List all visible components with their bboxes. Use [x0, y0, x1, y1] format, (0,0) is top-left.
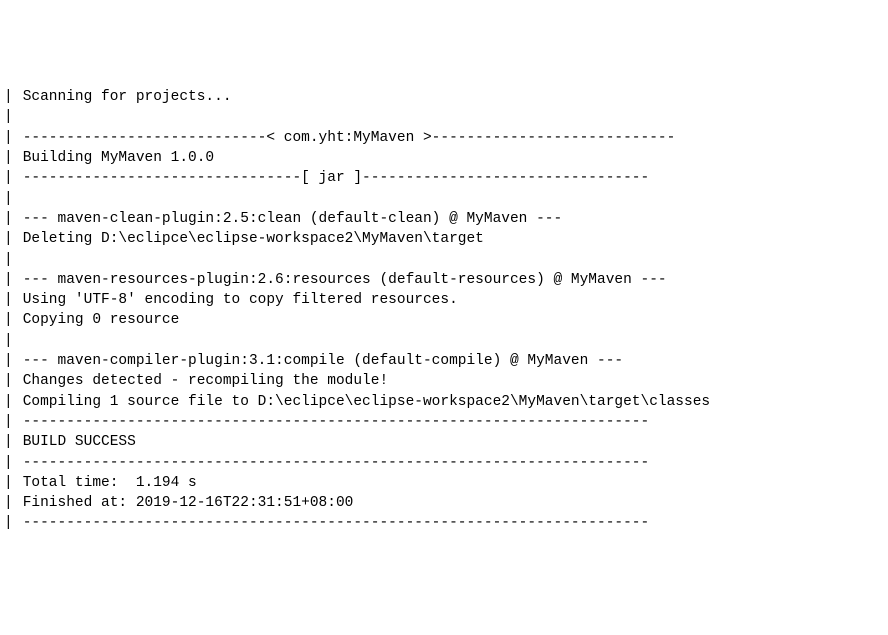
- line-prefix: |: [4, 412, 14, 432]
- console-line: | --- maven-resources-plugin:2.6:resourc…: [4, 270, 884, 290]
- line-text: ----------------------------------------…: [14, 513, 649, 533]
- line-text: Using 'UTF-8' encoding to copy filtered …: [14, 290, 458, 310]
- console-line: | Deleting D:\eclipce\eclipse-workspace2…: [4, 229, 884, 249]
- line-text: ----------------------------------------…: [14, 453, 649, 473]
- console-line: | Copying 0 resource: [4, 310, 884, 330]
- line-prefix: |: [4, 107, 14, 127]
- console-line: |: [4, 107, 884, 127]
- console-line: |: [4, 331, 884, 351]
- console-line: | --------------------------------------…: [4, 513, 884, 533]
- console-line: | --------------------------------------…: [4, 453, 884, 473]
- console-line: | Using 'UTF-8' encoding to copy filtere…: [4, 290, 884, 310]
- console-line: | Changes detected - recompiling the mod…: [4, 371, 884, 391]
- line-prefix: |: [4, 189, 14, 209]
- line-prefix: |: [4, 250, 14, 270]
- console-line: | Scanning for projects...: [4, 87, 884, 107]
- line-prefix: |: [4, 168, 14, 188]
- line-prefix: |: [4, 229, 14, 249]
- line-text: Deleting D:\eclipce\eclipse-workspace2\M…: [14, 229, 484, 249]
- line-prefix: |: [4, 290, 14, 310]
- line-text: Compiling 1 source file to D:\eclipce\ec…: [14, 392, 710, 412]
- console-line: | ----------------------------< com.yht:…: [4, 128, 884, 148]
- line-text: --- maven-clean-plugin:2.5:clean (defaul…: [14, 209, 562, 229]
- console-line: | --------------------------------------…: [4, 412, 884, 432]
- line-text: ----------------------------------------…: [14, 412, 649, 432]
- line-text: [14, 250, 23, 270]
- line-prefix: |: [4, 310, 14, 330]
- line-prefix: |: [4, 128, 14, 148]
- line-text: --------------------------------[ jar ]-…: [14, 168, 649, 188]
- line-text: [14, 107, 23, 127]
- line-prefix: |: [4, 493, 14, 513]
- line-text: ----------------------------< com.yht:My…: [14, 128, 675, 148]
- line-prefix: |: [4, 371, 14, 391]
- line-text: BUILD SUCCESS: [14, 432, 136, 452]
- line-text: Finished at: 2019-12-16T22:31:51+08:00: [14, 493, 353, 513]
- line-text: Copying 0 resource: [14, 310, 179, 330]
- line-prefix: |: [4, 331, 14, 351]
- line-prefix: |: [4, 513, 14, 533]
- console-line: | Total time: 1.194 s: [4, 473, 884, 493]
- line-text: [14, 331, 23, 351]
- line-text: [14, 189, 23, 209]
- console-line: | --------------------------------[ jar …: [4, 168, 884, 188]
- line-prefix: |: [4, 392, 14, 412]
- console-line: | Finished at: 2019-12-16T22:31:51+08:00: [4, 493, 884, 513]
- line-prefix: |: [4, 209, 14, 229]
- console-line: |: [4, 250, 884, 270]
- line-text: Total time: 1.194 s: [14, 473, 197, 493]
- line-prefix: |: [4, 351, 14, 371]
- console-line: | --- maven-clean-plugin:2.5:clean (defa…: [4, 209, 884, 229]
- line-prefix: |: [4, 148, 14, 168]
- console-output: | Scanning for projects...| | ----------…: [4, 87, 884, 534]
- line-prefix: |: [4, 432, 14, 452]
- console-line: | Building MyMaven 1.0.0: [4, 148, 884, 168]
- console-line: | Compiling 1 source file to D:\eclipce\…: [4, 392, 884, 412]
- line-prefix: |: [4, 87, 14, 107]
- console-line: | BUILD SUCCESS: [4, 432, 884, 452]
- line-prefix: |: [4, 473, 14, 493]
- console-line: | --- maven-compiler-plugin:3.1:compile …: [4, 351, 884, 371]
- console-line: |: [4, 189, 884, 209]
- line-text: Changes detected - recompiling the modul…: [14, 371, 388, 391]
- line-text: --- maven-compiler-plugin:3.1:compile (d…: [14, 351, 623, 371]
- line-text: Scanning for projects...: [14, 87, 232, 107]
- line-text: --- maven-resources-plugin:2.6:resources…: [14, 270, 667, 290]
- line-prefix: |: [4, 270, 14, 290]
- line-prefix: |: [4, 453, 14, 473]
- line-text: Building MyMaven 1.0.0: [14, 148, 214, 168]
